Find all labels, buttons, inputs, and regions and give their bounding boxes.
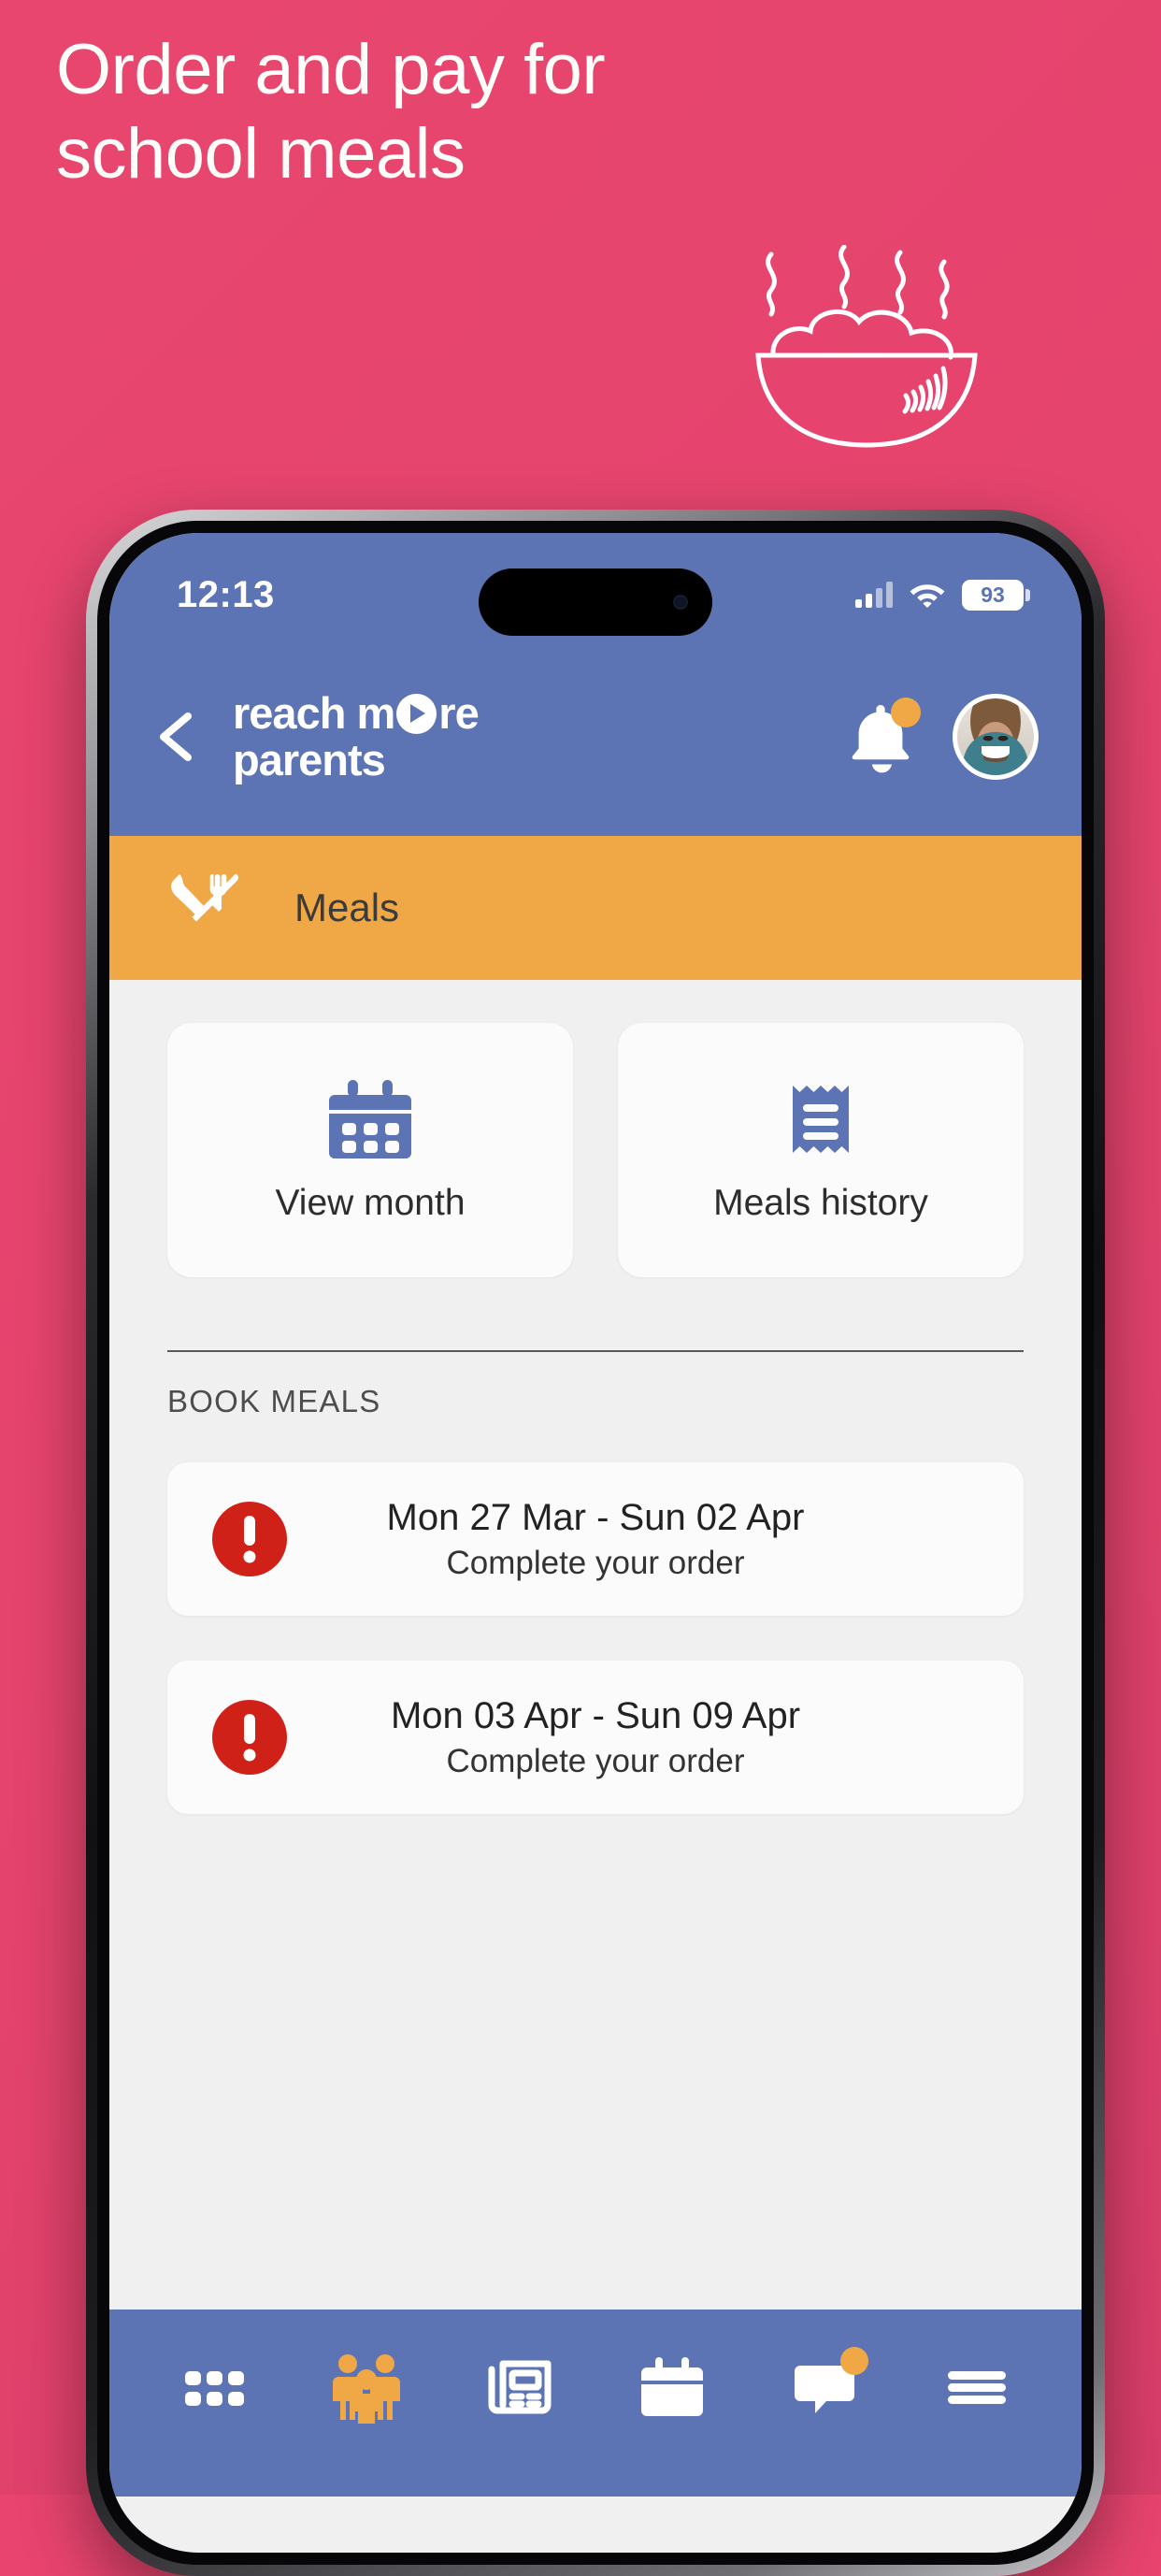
logo-text-part1: reach m xyxy=(233,688,395,739)
status-indicators: 93 xyxy=(855,579,1030,611)
grid-apps-icon xyxy=(184,2371,244,2406)
book-meals-date-range: Mon 03 Apr - Sun 09 Apr xyxy=(390,1694,801,1736)
front-camera-icon xyxy=(673,595,688,610)
fork-knife-icon xyxy=(171,873,238,922)
status-bar: 12:13 93 xyxy=(109,533,1082,638)
app-logo: reach m re parents xyxy=(233,688,480,784)
hamburger-menu-icon xyxy=(948,2371,1007,2404)
section-divider xyxy=(167,1350,1024,1352)
tab-apps[interactable] xyxy=(174,2347,254,2427)
receipt-icon xyxy=(793,1086,849,1153)
view-month-label: View month xyxy=(275,1183,466,1223)
book-meals-row[interactable]: Mon 03 Apr - Sun 09 Apr Complete your or… xyxy=(167,1661,1024,1814)
logo-play-o-icon xyxy=(396,693,437,734)
wifi-icon xyxy=(910,584,945,608)
newspaper-icon xyxy=(488,2360,552,2414)
notifications-button[interactable] xyxy=(846,698,921,774)
tab-family[interactable] xyxy=(326,2347,407,2427)
phone-screen: 12:13 93 reach m re parents Meals View m… xyxy=(109,533,1082,2553)
tab-news[interactable] xyxy=(479,2347,559,2427)
book-meals-row-text: Mon 03 Apr - Sun 09 Apr Complete your or… xyxy=(167,1695,1024,1780)
logo-text-line2: parents xyxy=(233,735,386,784)
cellular-signal-icon xyxy=(855,582,893,608)
alert-exclamation-icon xyxy=(212,1700,287,1775)
calendar-icon xyxy=(329,1080,411,1158)
app-content: View month Meals history BOOK MEALS Mon … xyxy=(109,980,1082,2310)
quick-actions-row: View month Meals history xyxy=(167,1023,1024,1277)
meals-history-label: Meals history xyxy=(713,1183,928,1223)
tab-calendar[interactable] xyxy=(632,2347,712,2427)
status-clock: 12:13 xyxy=(177,573,275,615)
book-meals-status: Complete your order xyxy=(446,1742,745,1779)
tab-menu[interactable] xyxy=(937,2347,1017,2427)
view-month-tile[interactable]: View month xyxy=(167,1023,573,1277)
page-banner: Meals xyxy=(109,836,1082,980)
book-meals-date-range: Mon 27 Mar - Sun 02 Apr xyxy=(386,1496,805,1538)
logo-text-part2: re xyxy=(438,688,479,739)
book-meals-list: Mon 27 Mar - Sun 02 Apr Complete your or… xyxy=(167,1462,1024,1814)
calendar-icon xyxy=(640,2357,703,2416)
book-meals-row-text: Mon 27 Mar - Sun 02 Apr Complete your or… xyxy=(167,1497,1024,1582)
book-meals-status: Complete your order xyxy=(446,1544,745,1581)
bottom-tab-bar xyxy=(109,2310,1082,2497)
battery-level: 93 xyxy=(981,582,1005,607)
steaming-food-bowl-doodle-icon xyxy=(755,245,978,448)
book-meals-row[interactable]: Mon 27 Mar - Sun 02 Apr Complete your or… xyxy=(167,1462,1024,1616)
phone-bezel: 12:13 93 reach m re parents Meals View m… xyxy=(97,521,1094,2565)
app-header: reach m re parents xyxy=(109,638,1082,836)
user-avatar-photo xyxy=(957,698,1034,775)
meals-history-tile[interactable]: Meals history xyxy=(618,1023,1024,1277)
chevron-left-icon[interactable] xyxy=(149,707,208,767)
battery-icon: 93 xyxy=(962,579,1030,611)
avatar[interactable] xyxy=(953,694,1039,780)
promo-headline: Order and pay for school meals xyxy=(56,30,606,194)
tab-messages[interactable] xyxy=(784,2347,868,2427)
notification-badge xyxy=(891,698,921,727)
family-icon xyxy=(332,2354,400,2424)
alert-exclamation-icon xyxy=(212,1502,287,1576)
page-banner-title: Meals xyxy=(294,885,400,929)
messages-badge xyxy=(839,2347,868,2375)
dynamic-island xyxy=(479,568,712,636)
header-actions xyxy=(846,694,1039,780)
phone-mockup: 12:13 93 reach m re parents Meals View m… xyxy=(86,510,1105,2576)
book-meals-section-title: BOOK MEALS xyxy=(167,1384,381,1418)
